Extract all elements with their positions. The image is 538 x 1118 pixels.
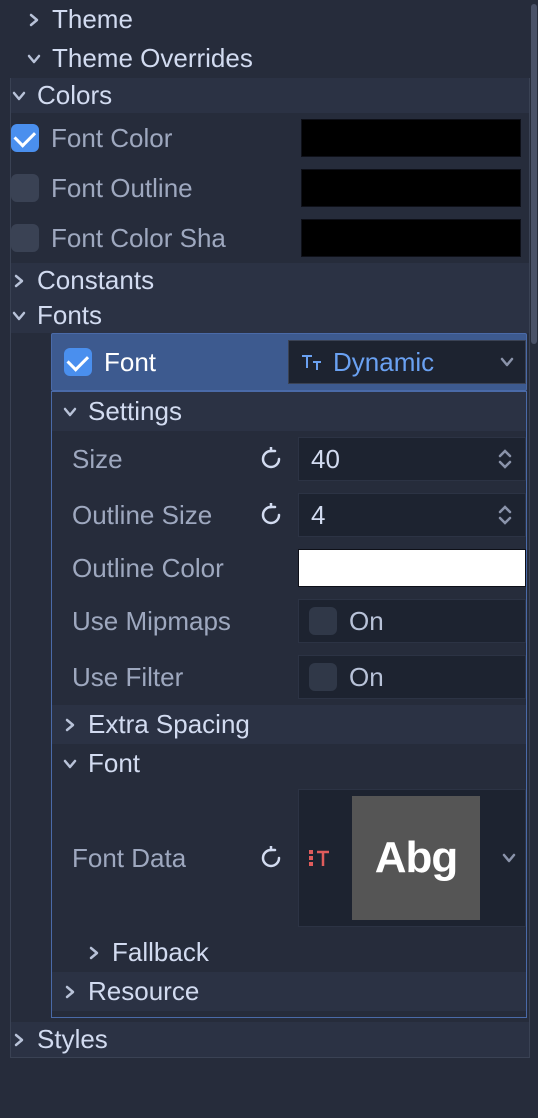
section-label: Resource — [88, 976, 199, 1007]
chevron-down-icon — [11, 88, 27, 104]
prop-use-filter: Use Filter On — [52, 649, 526, 705]
prop-label: Font Color Sha — [51, 223, 226, 254]
color-swatch-font-color-shadow[interactable] — [301, 219, 521, 257]
prop-label: Font Data — [72, 843, 186, 874]
chevron-right-icon — [86, 945, 102, 961]
dropdown-value: Dynamic — [333, 347, 434, 378]
section-label: Settings — [88, 396, 182, 427]
reset-icon[interactable] — [258, 446, 284, 472]
chevron-down-icon — [62, 404, 78, 420]
chevron-right-icon — [62, 717, 78, 733]
section-label: Styles — [37, 1024, 108, 1055]
chevron-right-icon — [11, 1032, 27, 1048]
section-label: Extra Spacing — [88, 709, 250, 740]
prop-label: Outline Size — [72, 500, 212, 531]
checkbox-use-mipmaps[interactable] — [309, 607, 337, 635]
section-label: Constants — [37, 265, 154, 296]
prop-font-data: Font Data — [52, 783, 526, 933]
chevron-right-icon — [26, 12, 42, 28]
prop-label: Font Outline — [51, 173, 193, 204]
section-label: Colors — [37, 80, 112, 111]
checkbox-font-color[interactable] — [11, 124, 39, 152]
checkbox-font-outline[interactable] — [11, 174, 39, 202]
color-swatch-outline-color[interactable] — [298, 549, 526, 587]
prop-use-mipmaps: Use Mipmaps On — [52, 593, 526, 649]
bool-text: On — [349, 606, 384, 637]
color-swatch-font-outline[interactable] — [301, 169, 521, 207]
font-data-icon — [307, 846, 331, 870]
prop-label: Use Filter — [72, 662, 183, 693]
section-theme[interactable]: Theme — [8, 0, 530, 39]
scrollbar[interactable] — [531, 4, 537, 344]
prop-label: Font — [104, 347, 156, 378]
section-fallback[interactable]: Fallback — [52, 933, 526, 972]
section-resource[interactable]: Resource — [52, 972, 526, 1011]
spinbox-value: 40 — [311, 444, 340, 475]
size-spinbox[interactable]: 40 — [298, 437, 526, 481]
font-data-resource[interactable]: Abg — [298, 789, 526, 927]
prop-font-color-shadow: Font Color Sha — [11, 213, 529, 263]
font-preview: Abg — [352, 796, 480, 920]
chevron-down-icon — [62, 756, 78, 772]
prop-size: Size 40 — [52, 431, 526, 487]
chevron-right-icon — [62, 984, 78, 1000]
prop-label: Size — [72, 444, 123, 475]
spinbox-arrows[interactable] — [497, 449, 513, 469]
section-fonts[interactable]: Fonts — [11, 298, 529, 333]
chevron-down-icon — [26, 51, 42, 67]
section-font-sub[interactable]: Font — [52, 744, 526, 783]
chevron-right-icon — [11, 273, 27, 289]
section-label: Theme Overrides — [52, 43, 253, 74]
bool-text: On — [349, 662, 384, 693]
section-extra-spacing[interactable]: Extra Spacing — [52, 705, 526, 744]
reset-icon[interactable] — [258, 845, 284, 871]
section-label: Font — [88, 748, 140, 779]
section-constants[interactable]: Constants — [11, 263, 529, 298]
checkbox-font[interactable] — [64, 348, 92, 376]
prop-font-outline: Font Outline — [11, 163, 529, 213]
color-swatch-font-color[interactable] — [301, 119, 521, 157]
reset-icon[interactable] — [258, 502, 284, 528]
spinbox-value: 4 — [311, 500, 325, 531]
outline-size-spinbox[interactable]: 4 — [298, 493, 526, 537]
font-resource-panel: Settings Size 40 — [51, 391, 527, 1018]
font-type-icon — [299, 350, 323, 374]
section-label: Fonts — [37, 300, 102, 331]
prop-font[interactable]: Font Dynamic — [51, 333, 527, 391]
section-label: Fallback — [112, 937, 209, 968]
chevron-down-icon — [11, 308, 27, 324]
prop-label: Font Color — [51, 123, 172, 154]
font-type-dropdown[interactable]: Dynamic — [288, 340, 526, 384]
prop-label: Use Mipmaps — [72, 606, 231, 637]
prop-label: Outline Color — [72, 553, 224, 584]
section-settings[interactable]: Settings — [52, 392, 526, 431]
prop-outline-size: Outline Size 4 — [52, 487, 526, 543]
spinbox-arrows[interactable] — [497, 505, 513, 525]
checkbox-use-filter[interactable] — [309, 663, 337, 691]
section-colors[interactable]: Colors — [11, 78, 529, 113]
prop-outline-color: Outline Color — [52, 543, 526, 593]
section-label: Theme — [52, 4, 133, 35]
section-theme-overrides[interactable]: Theme Overrides — [8, 39, 530, 78]
prop-font-color: Font Color — [11, 113, 529, 163]
checkbox-font-color-shadow[interactable] — [11, 224, 39, 252]
use-filter-toggle[interactable]: On — [298, 655, 526, 699]
chevron-down-icon[interactable] — [501, 850, 517, 866]
use-mipmaps-toggle[interactable]: On — [298, 599, 526, 643]
chevron-down-icon — [499, 354, 515, 370]
section-styles[interactable]: Styles — [11, 1022, 529, 1057]
